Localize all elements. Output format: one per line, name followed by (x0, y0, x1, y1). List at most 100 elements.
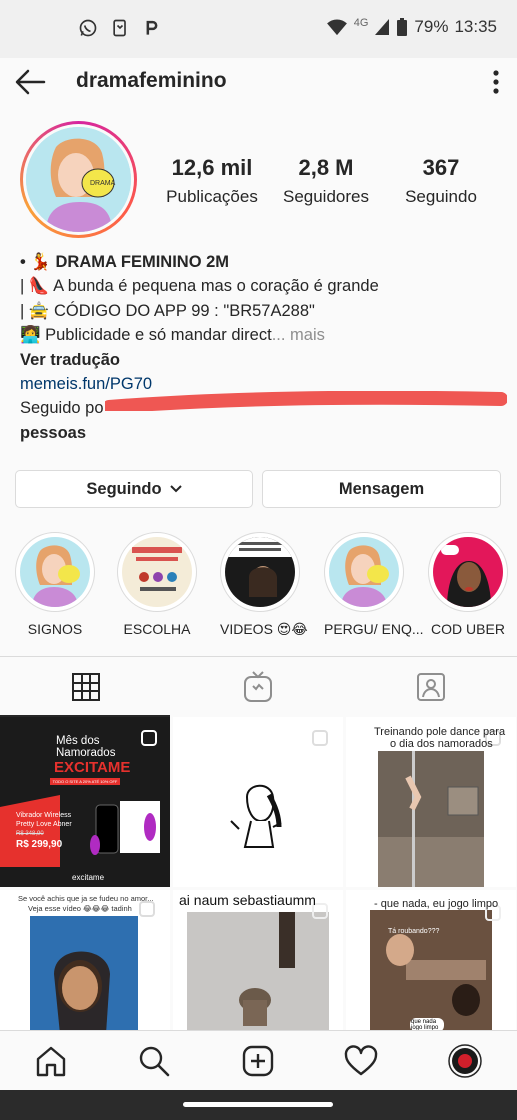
highlight-label: PERGU/ ENQ... (324, 621, 424, 637)
signal-icon (375, 19, 390, 35)
post-2-image (173, 717, 343, 887)
call-log-icon (113, 19, 126, 37)
post-thumbnail[interactable] (173, 717, 343, 887)
profile-username: dramafeminino (76, 69, 227, 92)
tab-igtv[interactable] (172, 657, 344, 717)
highlight-label: VIDEOS 😍😂 (220, 621, 308, 637)
post-1-brand: EXCITAME (54, 759, 131, 776)
message-button[interactable]: Mensagem (262, 470, 501, 508)
bio-name: • 💃 DRAMA FEMININO 2M (20, 253, 230, 271)
avatar-illustration: DRAMA (26, 127, 131, 232)
following-button[interactable]: Seguindo (15, 470, 253, 508)
stat-posts[interactable]: 12,6 mil Publicações (152, 155, 272, 207)
highlight-videos-image (225, 537, 295, 597)
grid-icon (72, 673, 100, 701)
activity-heart-icon[interactable] (343, 1043, 379, 1079)
followed-by-people[interactable]: pessoas (20, 421, 500, 445)
post-1-logo: excitame (72, 873, 105, 882)
whatsapp-icon (79, 19, 97, 37)
posts-count: 12,6 mil (171, 155, 253, 180)
battery-icon (397, 18, 408, 36)
clock: 13:35 (454, 17, 497, 36)
home-gesture-pill[interactable] (183, 1102, 333, 1107)
highlight-perguntas-image (341, 545, 389, 607)
post-6-bubble-1: Tá roubando??? (388, 928, 440, 935)
chevron-down-icon (169, 485, 182, 493)
post-thumbnail[interactable]: Treinando pole dance para o dia dos namo… (346, 717, 516, 887)
profile-header: dramafeminino (0, 58, 517, 106)
post-1-title-line2: Namorados (56, 747, 116, 759)
highlight-signos[interactable]: SIGNOS (15, 532, 95, 637)
posts-grid: Mês dos Namorados EXCITAME TODO O SITE A… (0, 717, 517, 1030)
post-1-product-line2: Pretty Love Abner (16, 821, 72, 828)
bio-ellipsis: ... (271, 326, 286, 345)
post-1-title-line1: Mês dos (56, 735, 100, 747)
post-1-old-price: R$ 348,90 (16, 831, 44, 837)
highlight-videos[interactable]: VIDEOS 😍😂 (220, 532, 308, 638)
tab-tagged[interactable] (345, 657, 517, 717)
post-5-caption: ai naum sebastiaumm (179, 892, 316, 908)
post-6-caption: - que nada, eu jogo limpo (374, 898, 499, 910)
highlight-label: COD UBER (431, 621, 505, 637)
post-thumbnail[interactable]: ai naum sebastiaumm (173, 890, 343, 1030)
stat-following[interactable]: 367 Seguindo (381, 155, 501, 207)
bio-line-2: | 👠 A bunda é pequena mas o coração é gr… (20, 277, 379, 296)
post-1-price: R$ 299,90 (16, 839, 63, 850)
post-5-image (173, 890, 343, 1030)
following-label: Seguindo (405, 187, 477, 206)
igtv-icon (244, 671, 272, 702)
stat-followers[interactable]: 2,8 M Seguidores (266, 155, 386, 207)
redaction-scribble (105, 391, 507, 411)
home-icon[interactable] (33, 1043, 69, 1079)
bio-more-link[interactable]: mais (285, 326, 325, 344)
post-thumbnail[interactable]: - que nada, eu jogo limpo Tá roubando???… (346, 890, 516, 1030)
translate-link[interactable]: Ver tradução (20, 348, 500, 372)
posts-label: Publicações (166, 187, 258, 206)
message-button-label: Mensagem (338, 479, 425, 498)
post-4-caption-line2: Veja esse vídeo 😂😂😂 tadinh (28, 904, 132, 913)
highlight-label: ESCOLHA (123, 621, 191, 637)
post-3-caption-line1: Treinando pole dance para (374, 726, 506, 738)
highlight-label: SIGNOS (27, 621, 83, 637)
highlight-signos-image (32, 545, 80, 607)
post-thumbnail[interactable]: Se você achis que ja se fudeu no amor...… (0, 890, 170, 1030)
svg-text:DRAMA: DRAMA (90, 180, 116, 187)
post-6-image (346, 890, 516, 1030)
post-3-caption-line2: o dia dos namorados (390, 738, 493, 750)
highlight-cod-uber-image (441, 545, 491, 607)
more-options-icon[interactable] (489, 68, 503, 96)
highlight-perguntas[interactable]: PERGU/ ENQ... (324, 532, 424, 637)
profile-avatar-icon[interactable] (447, 1043, 483, 1079)
followers-count: 2,8 M (298, 155, 354, 180)
post-6-bubble-2: que nada jogo limpo (410, 1018, 444, 1030)
status-left-icons (78, 17, 162, 39)
profile-avatar[interactable]: DRAMA (20, 121, 137, 238)
bio-line-3: | 🚖 CÓDIGO DO APP 99 : "BR57A288" (20, 301, 315, 320)
following-button-label: Seguindo (86, 479, 162, 498)
post-1-promo: TODO O SITE A 20% ATÉ 10% OFF (50, 778, 120, 785)
highlight-cod-uber[interactable]: COD UBER (428, 532, 508, 637)
system-gesture-bar (0, 1090, 517, 1120)
following-count: 367 (422, 155, 460, 180)
battery-percent: 79% (414, 17, 449, 36)
back-arrow-icon[interactable] (12, 66, 48, 98)
post-thumbnail[interactable]: Mês dos Namorados EXCITAME TODO O SITE A… (0, 717, 170, 887)
highlight-escolha[interactable]: ESCOLHA (117, 532, 197, 637)
bio-line-4-text: 👩‍💻 Publicidade e só mandar direct (20, 326, 272, 345)
status-right: 4G 79% 13:35 (326, 17, 497, 37)
network-type: 4G (353, 17, 369, 29)
highlight-escolha-image (132, 547, 182, 591)
bio-line-4: 👩‍💻 Publicidade e só mandar direct... ma… (20, 323, 500, 347)
followers-label: Seguidores (282, 187, 369, 206)
wifi-icon (326, 19, 347, 36)
new-post-icon[interactable] (240, 1043, 276, 1079)
p-app-icon (146, 20, 158, 35)
post-4-caption-line1: Se você achis que ja se fudeu no amor... (18, 894, 154, 903)
tagged-icon (417, 673, 445, 701)
search-icon[interactable] (136, 1043, 172, 1079)
status-bar: 4G 79% 13:35 (0, 0, 517, 58)
post-1-product-line1: Vibrador Wireless (16, 812, 72, 819)
tab-grid[interactable] (0, 657, 172, 717)
bottom-nav (0, 1030, 517, 1090)
profile-bio: • 💃 DRAMA FEMININO 2M | 👠 A bunda é pequ… (20, 250, 500, 445)
